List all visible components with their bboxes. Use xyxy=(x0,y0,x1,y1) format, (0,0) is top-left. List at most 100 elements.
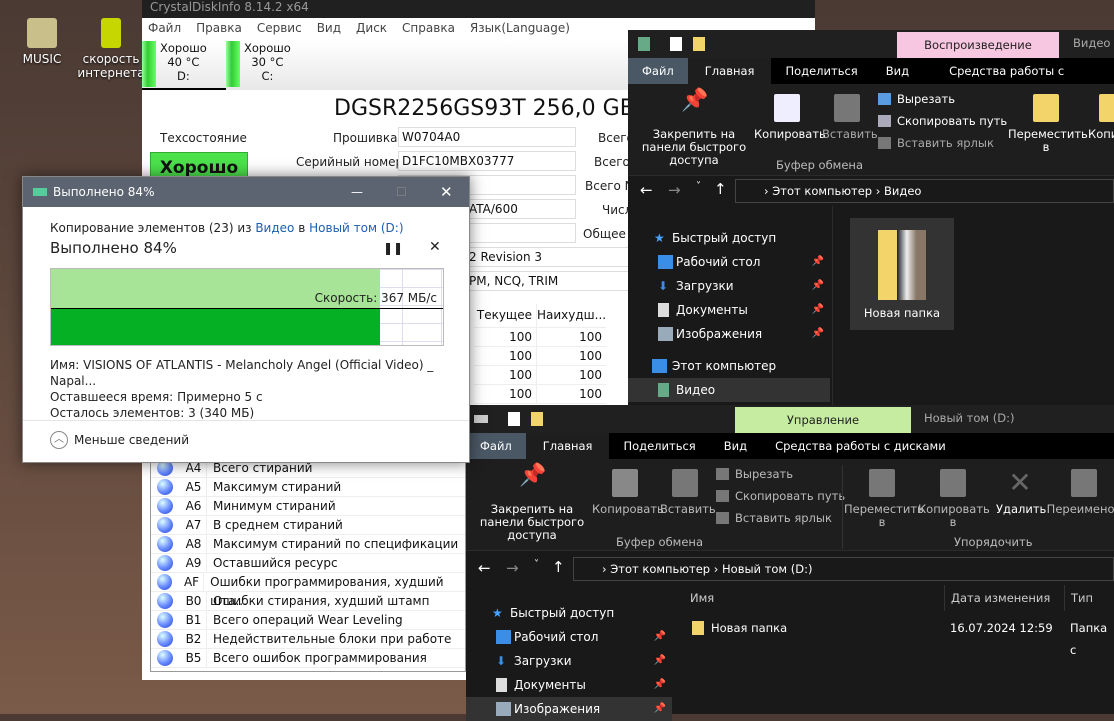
nav-downloads[interactable]: ⬇ Загрузки 📌 xyxy=(628,274,830,298)
menu-service[interactable]: Сервис xyxy=(257,21,302,37)
destination-link[interactable]: Новый том (D:) xyxy=(309,221,403,235)
nav-documents[interactable]: Документы 📌 xyxy=(466,673,672,697)
copy-path-button[interactable]: Скопировать путь xyxy=(878,114,1007,128)
smart-row[interactable]: A6 Минимум стираний xyxy=(151,497,465,516)
context-tab-playback[interactable]: Воспроизведение xyxy=(897,32,1059,58)
smart-row[interactable]: B0 Ошибки стирания, худший штамп xyxy=(151,592,465,611)
smart-row[interactable]: AF Ошибки программирования, худший шта... xyxy=(151,573,465,608)
pin-icon[interactable]: 📌 xyxy=(812,322,824,346)
smart-row[interactable]: A5 Максимум стираний xyxy=(151,478,465,497)
forward-icon[interactable]: → xyxy=(668,181,681,199)
cut-button[interactable]: Вырезать xyxy=(716,467,793,481)
copy-to-button[interactable]: Копир в xyxy=(1082,94,1114,141)
tab-share[interactable]: Поделиться xyxy=(771,58,871,84)
address-path[interactable]: › Этот компьютер › Новый том (D:) xyxy=(573,557,1114,581)
source-link[interactable]: Видео xyxy=(255,221,294,235)
up-icon[interactable]: ↑ xyxy=(714,180,727,198)
pin-icon[interactable]: 📌 xyxy=(654,697,666,721)
drive-tab-d[interactable]: Хорошо 40 °C D: xyxy=(142,40,226,90)
properties-icon[interactable] xyxy=(670,37,682,51)
address-path[interactable]: › Этот компьютер › Видео xyxy=(735,179,1114,203)
col-worst[interactable]: Наихудш... xyxy=(536,304,606,327)
smart-row[interactable]: B5 Всего ошибок программирования xyxy=(151,649,465,668)
nav-quick-access[interactable]: ★ Быстрый доступ xyxy=(628,226,830,250)
nav-pictures[interactable]: Изображения 📌 xyxy=(466,697,672,721)
menu-file[interactable]: Файл xyxy=(148,21,181,37)
tab-home[interactable]: Главная xyxy=(687,58,772,84)
nav-desktop[interactable]: Рабочий стол 📌 xyxy=(466,625,672,649)
tab-view[interactable]: Вид xyxy=(710,433,761,459)
copy-path-button[interactable]: Скопировать путь xyxy=(716,489,845,503)
nav-this-pc[interactable]: Этот компьютер xyxy=(628,354,830,378)
col-current[interactable]: Текущее xyxy=(474,304,536,327)
smart-row[interactable]: A8 Максимум стираний по спецификации xyxy=(151,535,465,554)
copy-to-button[interactable]: Копировать в xyxy=(918,469,990,529)
maximize-button[interactable]: ☐ xyxy=(396,177,407,207)
tab-drive-tools[interactable]: Средства работы с дисками xyxy=(761,433,960,459)
menu-disk[interactable]: Диск xyxy=(356,21,387,37)
col-name[interactable]: Имя xyxy=(690,585,714,611)
menu-help[interactable]: Справка xyxy=(402,21,455,37)
less-details-button[interactable]: ︿ Меньше сведений xyxy=(50,431,189,449)
smart-row[interactable]: B2 Недействительные блоки при работе xyxy=(151,630,465,649)
paste-button[interactable]: Вставить xyxy=(822,94,878,141)
recent-icon[interactable]: ˅ xyxy=(534,559,539,570)
smart-row[interactable]: A9 Оставшийся ресурс xyxy=(151,554,465,573)
close-button[interactable]: ✕ xyxy=(440,177,453,207)
file-row[interactable]: Новая папка 16.07.2024 12:59 Папка с xyxy=(680,617,1114,657)
minimize-button[interactable]: — xyxy=(351,177,363,207)
menu-language[interactable]: Язык(Language) xyxy=(470,21,570,37)
copy-button[interactable]: Копировать xyxy=(592,469,664,516)
new-folder-icon[interactable] xyxy=(693,37,705,51)
back-icon[interactable]: ← xyxy=(640,181,653,199)
menu-view[interactable]: Вид xyxy=(317,21,341,37)
menu-edit[interactable]: Правка xyxy=(196,21,242,37)
pause-button[interactable]: ❚❚ xyxy=(383,241,403,255)
tab-video-tools[interactable]: Средства работы с видео xyxy=(923,58,1114,104)
pin-icon[interactable]: 📌 xyxy=(812,274,824,298)
folder-item[interactable]: Новая папка xyxy=(850,218,954,330)
move-to-button[interactable]: Переместить в xyxy=(844,469,924,529)
forward-icon[interactable]: → xyxy=(506,559,519,577)
nav-video[interactable]: Видео xyxy=(628,378,830,402)
cancel-button[interactable]: ✕ xyxy=(429,239,441,255)
delete-button[interactable]: ✕ Удалить xyxy=(996,469,1046,516)
context-tab-manage[interactable]: Управление xyxy=(735,407,911,433)
nav-downloads[interactable]: ⬇ Загрузки 📌 xyxy=(466,649,672,673)
copy-button[interactable]: Копировать xyxy=(754,94,826,141)
up-icon[interactable]: ↑ xyxy=(552,558,565,576)
tab-view[interactable]: Вид xyxy=(872,58,923,84)
pin-icon[interactable]: 📌 xyxy=(812,298,824,322)
nav-quick-access[interactable]: ★ Быстрый доступ xyxy=(466,601,672,625)
paste-shortcut-button[interactable]: Вставить ярлык xyxy=(878,136,994,150)
move-to-button[interactable]: Переместить в xyxy=(1008,94,1088,154)
nav-documents[interactable]: Документы 📌 xyxy=(628,298,830,322)
tab-home[interactable]: Главная xyxy=(525,433,610,459)
smart-attributes-list[interactable]: A4 Всего стираний A5 Максимум стираний A6 Мин… xyxy=(150,458,466,672)
paste-shortcut-button[interactable]: Вставить ярлык xyxy=(716,511,832,525)
pin-icon[interactable]: 📌 xyxy=(812,250,824,274)
nav-pictures[interactable]: Изображения 📌 xyxy=(628,322,830,346)
tab-file[interactable]: Файл xyxy=(628,58,688,84)
desktop-icon-music[interactable]: MUSIC xyxy=(2,18,82,66)
smart-row[interactable]: A7 В среднем стираний xyxy=(151,516,465,535)
paste-button[interactable]: Вставить xyxy=(660,469,716,516)
desktop-icon-speed[interactable]: скорость интернета xyxy=(76,18,146,80)
nav-desktop[interactable]: Рабочий стол 📌 xyxy=(628,250,830,274)
drive-tab-c[interactable]: Хорошо 30 °C C: xyxy=(226,40,310,90)
pin-icon[interactable]: 📌 xyxy=(654,625,666,649)
smart-row[interactable]: B1 Всего операций Wear Leveling xyxy=(151,611,465,630)
col-date[interactable]: Дата изменения xyxy=(944,585,1050,611)
pin-icon[interactable]: 📌 xyxy=(654,673,666,697)
rename-button[interactable]: Переименов xyxy=(1044,469,1114,516)
cut-button[interactable]: Вырезать xyxy=(878,92,955,106)
col-type[interactable]: Тип xyxy=(1064,585,1093,611)
tab-share[interactable]: Поделиться xyxy=(609,433,709,459)
recent-icon[interactable]: ˅ xyxy=(696,181,701,192)
properties-icon[interactable] xyxy=(508,412,520,426)
pin-icon[interactable]: 📌 xyxy=(654,649,666,673)
health-status-button[interactable]: Хорошо xyxy=(150,152,248,178)
tab-file[interactable]: Файл xyxy=(466,433,526,459)
pin-button[interactable]: 📌 Закрепить на панели быстрого доступа xyxy=(470,465,594,542)
back-icon[interactable]: ← xyxy=(478,559,491,577)
